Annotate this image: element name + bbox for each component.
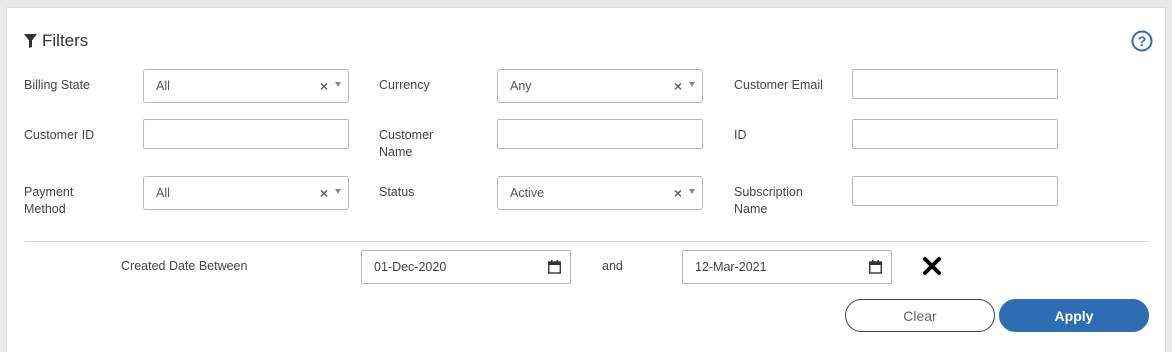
billing-state-label: Billing State <box>24 78 91 92</box>
svg-text:?: ? <box>1138 33 1147 49</box>
date-to-field[interactable]: 12-Mar-2021 <box>682 250 892 284</box>
customer-id-label: Customer ID <box>24 128 95 142</box>
filters-panel: Filters ? Billing State All × Currency A… <box>6 7 1166 352</box>
status-select[interactable]: Active × <box>497 176 703 210</box>
close-icon[interactable] <box>922 256 942 276</box>
and-label: and <box>602 259 623 273</box>
payment-method-select[interactable]: All × <box>143 176 349 210</box>
calendar-icon[interactable] <box>548 260 561 274</box>
clear-button[interactable]: Clear <box>845 299 995 332</box>
created-date-label: Created Date Between <box>121 259 248 273</box>
chevron-down-icon[interactable] <box>335 189 341 194</box>
date-from-value: 01-Dec-2020 <box>374 260 447 274</box>
clear-icon[interactable]: × <box>674 79 682 93</box>
calendar-icon[interactable] <box>869 260 882 274</box>
subscription-name-label: Subscription Name <box>734 185 803 216</box>
payment-method-label: Payment Method <box>24 185 74 216</box>
chevron-down-icon[interactable] <box>689 82 695 87</box>
currency-value: Any <box>510 79 532 93</box>
apply-button[interactable]: Apply <box>999 299 1149 332</box>
id-input[interactable] <box>852 119 1058 149</box>
customer-email-input[interactable] <box>852 69 1058 99</box>
filters-header: Filters <box>24 30 88 52</box>
date-to-value: 12-Mar-2021 <box>695 260 767 274</box>
help-circle-icon[interactable]: ? <box>1131 30 1153 52</box>
chevron-down-icon[interactable] <box>335 82 341 87</box>
currency-select[interactable]: Any × <box>497 69 703 103</box>
id-label: ID <box>734 128 747 142</box>
subscription-name-input[interactable] <box>852 176 1058 206</box>
currency-label: Currency <box>379 78 430 92</box>
clear-icon[interactable]: × <box>674 186 682 200</box>
customer-name-input[interactable] <box>497 119 703 149</box>
status-label: Status <box>379 185 415 199</box>
billing-state-value: All <box>156 79 170 93</box>
divider <box>25 241 1148 242</box>
filters-title: Filters <box>42 31 89 50</box>
clear-icon[interactable]: × <box>320 79 328 93</box>
customer-name-label: Customer Name <box>379 128 434 159</box>
billing-state-select[interactable]: All × <box>143 69 349 103</box>
payment-method-value: All <box>156 186 170 200</box>
customer-id-input[interactable] <box>143 119 349 149</box>
status-value: Active <box>510 186 545 200</box>
funnel-icon <box>24 34 37 48</box>
chevron-down-icon[interactable] <box>689 189 695 194</box>
customer-email-label: Customer Email <box>734 78 823 92</box>
date-from-field[interactable]: 01-Dec-2020 <box>361 250 571 284</box>
clear-icon[interactable]: × <box>320 186 328 200</box>
